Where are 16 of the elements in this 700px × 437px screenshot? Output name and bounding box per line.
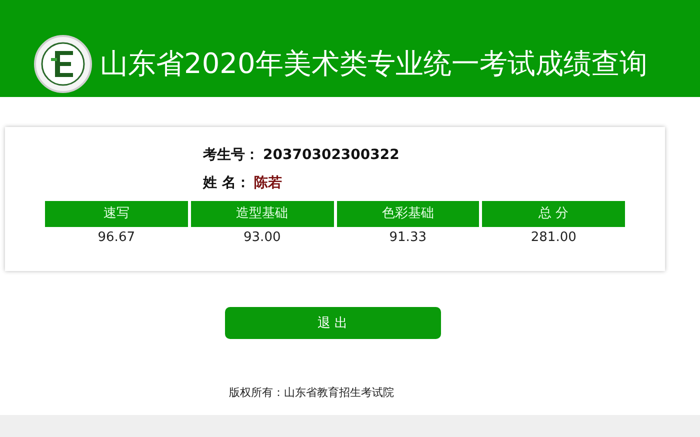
column-header: 总 分 [482,201,625,227]
score-cell-text: 281.00 [530,229,578,247]
copyright-text: 版权所有：山东省教育招生考试院 [229,385,395,401]
score-cell-text: 91.33 [388,229,428,247]
page-title: 山东省2020年美术类专业统一考试成绩查询 [100,46,648,82]
score-cell-text: 96.67 [96,229,136,247]
field-label: 姓 名： [203,174,250,192]
candidate-name: 陈若 [254,174,282,192]
exit-button[interactable]: 退 出 [224,307,440,339]
column-header: 速写 [45,201,188,227]
candidate-number: 20370302300322 [263,147,400,163]
score-cell-text: 93.00 [242,229,282,247]
field-label: 考生号： [203,146,259,164]
column-header: 色彩基础 [336,201,480,227]
column-header: 造型基础 [190,201,334,227]
logo-icon [33,34,93,94]
